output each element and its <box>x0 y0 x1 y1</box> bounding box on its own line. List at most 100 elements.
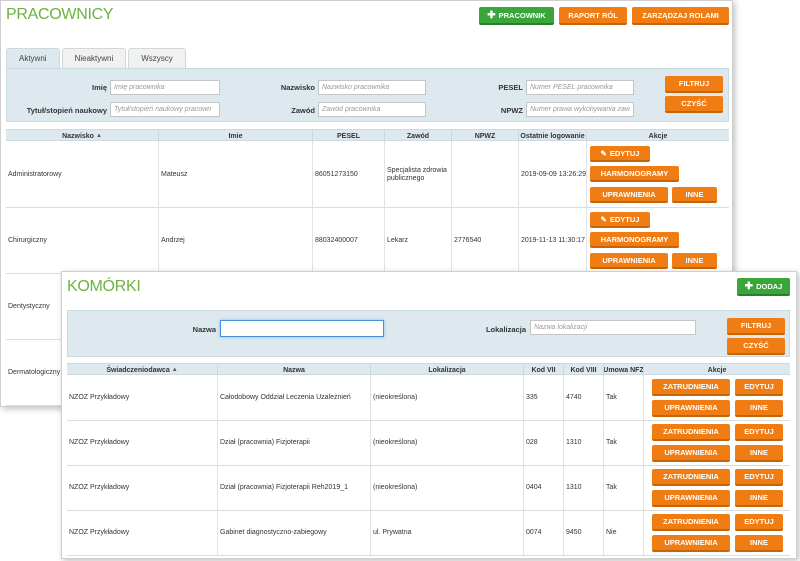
clear-button[interactable]: CZYŚĆ <box>665 96 723 113</box>
unit-name-input[interactable] <box>220 320 384 337</box>
table-row: NZOZ Przykładowy Dział (pracownia) Fizjo… <box>67 421 790 466</box>
cell-unit-name: Gabinet diagnostyczno-zabiegowy <box>218 511 371 555</box>
permissions-button[interactable]: UPRAWNIENIA <box>590 253 668 269</box>
cell-code-viii: 1310 <box>564 421 604 465</box>
cell-last-name: Dermatologiczny <box>6 340 62 405</box>
add-employee-button[interactable]: ✚ PRACOWNIK <box>479 7 554 25</box>
unit-permissions-button[interactable]: UPRAWNIENIA <box>652 490 730 507</box>
unit-other-button[interactable]: INNE <box>735 490 783 507</box>
unit-permissions-button[interactable]: UPRAWNIENIA <box>652 535 730 552</box>
col-provider[interactable]: Świadczeniodawca ▲ <box>67 364 218 376</box>
filter-button[interactable]: FILTRUJ <box>665 76 723 93</box>
units-filter-button[interactable]: FILTRUJ <box>727 318 785 335</box>
table-row: NZOZ Przykładowy Dział (pracownia) Fizjo… <box>67 466 790 511</box>
cell-unit-name: Dział (pracownia) Fizjoterapii <box>218 421 371 465</box>
cell-location: (nieokreślona) <box>371 376 524 420</box>
cell-location: (nieokreślona) <box>371 421 524 465</box>
plus-icon: ✚ <box>487 9 496 21</box>
employment-button[interactable]: ZATRUDNIENIA <box>652 469 730 486</box>
units-clear-button[interactable]: CZYŚĆ <box>727 338 785 355</box>
employee-filter-panel: Imię Imię pracownika Nazwisko Nazwisko p… <box>6 68 729 122</box>
tab-all[interactable]: Wszyscy <box>128 48 186 68</box>
tab-active[interactable]: Aktywni <box>6 48 60 68</box>
cell-nfz-contract: Tak <box>604 376 644 420</box>
col-pesel[interactable]: PESEL <box>313 130 385 142</box>
pesel-input[interactable]: Numer PESEL pracownika <box>526 80 634 95</box>
units-filter-panel: Nazwa Lokalizacja Nazwa lokalizacji FILT… <box>67 310 790 357</box>
schedules-button[interactable]: HARMONOGRAMY <box>590 232 679 248</box>
cell-nfz-contract: Tak <box>604 421 644 465</box>
edit-button[interactable]: ✎ EDYTUJ <box>590 212 650 228</box>
cell-provider: NZOZ Przykładowy <box>67 376 218 420</box>
cell-first-name: Andrzej <box>159 208 313 273</box>
unit-other-button[interactable]: INNE <box>735 535 783 552</box>
schedules-button[interactable]: HARMONOGRAMY <box>590 166 679 182</box>
col-unit-name[interactable]: Nazwa <box>218 364 371 376</box>
table-row: NZOZ Przykładowy Gabinet diagnostyczno-z… <box>67 511 790 556</box>
location-label: Lokalizacja <box>485 325 526 334</box>
cell-last-login: 2019-11-13 11:30:17 <box>519 208 587 273</box>
add-unit-button[interactable]: ✚ DODAJ <box>737 278 790 296</box>
cell-nfz-contract: Nie <box>604 511 644 555</box>
title-degree-input[interactable]: Tytuł/stopień naukowy pracown <box>110 102 220 117</box>
employment-button[interactable]: ZATRUDNIENIA <box>652 514 730 531</box>
cell-provider: NZOZ Przykładowy <box>67 466 218 510</box>
cell-code-vii: 028 <box>524 421 564 465</box>
tab-inactive[interactable]: Nieaktywni <box>61 48 127 68</box>
unit-other-button[interactable]: INNE <box>735 400 783 417</box>
employment-button[interactable]: ZATRUDNIENIA <box>652 424 730 441</box>
col-last-login[interactable]: Ostatnie logowanie <box>519 130 587 142</box>
first-name-label: Imię <box>91 83 107 92</box>
units-panel: KOMÓRKI ✚ DODAJ Nazwa Lokalizacja Nazwa … <box>61 271 797 559</box>
npwz-label: NPWZ <box>500 106 523 115</box>
col-nfz-contract[interactable]: Umowa NFZ <box>604 364 644 376</box>
profession-input[interactable]: Zawód pracownika <box>318 102 426 117</box>
first-name-input[interactable]: Imię pracownika <box>110 80 220 95</box>
other-button[interactable]: INNE <box>672 187 717 203</box>
unit-other-button[interactable]: INNE <box>735 445 783 462</box>
plus-icon: ✚ <box>744 280 754 292</box>
unit-edit-button[interactable]: EDYTUJ <box>735 514 783 531</box>
cell-first-name: Mateusz <box>159 142 313 207</box>
roles-report-button[interactable]: RAPORT RÓL <box>559 7 627 25</box>
col-first-name[interactable]: Imie <box>159 130 313 142</box>
pesel-label: PESEL <box>498 83 523 92</box>
unit-edit-button[interactable]: EDYTUJ <box>735 469 783 486</box>
cell-code-viii: 9450 <box>564 511 604 555</box>
col-code-vii[interactable]: Kod VII <box>524 364 564 376</box>
page-title: PRACOWNICY <box>6 6 114 23</box>
cell-code-viii: 4740 <box>564 376 604 420</box>
cell-code-viii: 1310 <box>564 466 604 510</box>
cell-location: ul. Prywatna <box>371 511 524 555</box>
col-profession[interactable]: Zawód <box>385 130 452 142</box>
edit-button[interactable]: ✎ EDYTUJ <box>590 146 650 162</box>
unit-edit-button[interactable]: EDYTUJ <box>735 424 783 441</box>
col-code-viii[interactable]: Kod VIII <box>564 364 604 376</box>
cell-pesel: 86051273150 <box>313 142 385 207</box>
unit-name-label: Nazwa <box>192 325 216 334</box>
cell-pesel: 88032400007 <box>313 208 385 273</box>
units-table-header: Świadczeniodawca ▲ Nazwa Lokalizacja Kod … <box>67 363 790 376</box>
unit-permissions-button[interactable]: UPRAWNIENIA <box>652 445 730 462</box>
table-row: Administratorowy Mateusz 86051273150 Spe… <box>6 142 729 208</box>
permissions-button[interactable]: UPRAWNIENIA <box>590 187 668 203</box>
col-last-name[interactable]: Nazwisko ▲ <box>6 130 159 142</box>
col-location[interactable]: Lokalizacja <box>371 364 524 376</box>
last-name-input[interactable]: Nazwisko pracownika <box>318 80 426 95</box>
employment-button[interactable]: ZATRUDNIENIA <box>652 379 730 396</box>
cell-unit-name: Całodobowy Oddział Leczenia Uzależnień <box>218 376 371 420</box>
cell-profession: Specjalista zdrowia publicznego <box>385 142 452 207</box>
manage-roles-button[interactable]: ZARZĄDZAJ ROLAMI <box>632 7 729 25</box>
cell-npwz: 2776540 <box>452 208 519 273</box>
cell-code-vii: 0074 <box>524 511 564 555</box>
other-button[interactable]: INNE <box>672 253 717 269</box>
col-npwz[interactable]: NPWZ <box>452 130 519 142</box>
unit-permissions-button[interactable]: UPRAWNIENIA <box>652 400 730 417</box>
pencil-icon: ✎ <box>600 148 607 158</box>
location-input[interactable]: Nazwa lokalizacji <box>530 320 696 335</box>
sort-up-icon: ▲ <box>95 133 102 139</box>
table-row: NZOZ Przykładowy Całodobowy Oddział Lecz… <box>67 376 790 421</box>
unit-edit-button[interactable]: EDYTUJ <box>735 379 783 396</box>
npwz-input[interactable]: Numer prawa wykonywania zaw <box>526 102 634 117</box>
add-employee-label: PRACOWNIK <box>498 10 546 20</box>
